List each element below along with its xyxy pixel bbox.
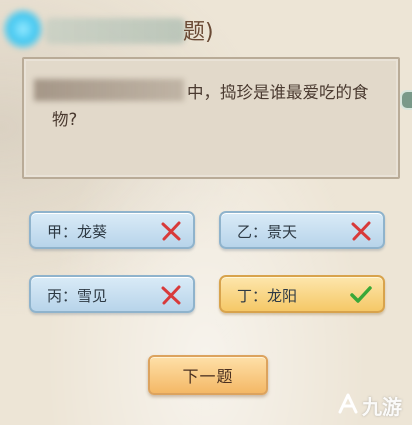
question-text: 中，捣珍是谁最爱吃的食物? — [52, 83, 369, 129]
option-label: 丁：龙阳 — [237, 287, 298, 305]
side-tab-handle[interactable] — [400, 90, 412, 110]
option-c[interactable]: 丙：雪见 — [29, 275, 195, 313]
watermark-text: 九游 — [362, 394, 402, 419]
watermark: 九游 — [336, 389, 410, 421]
option-d[interactable]: 丁：龙阳 — [219, 275, 385, 313]
x-mark-icon — [159, 219, 183, 243]
blurred-icon — [2, 8, 44, 50]
next-question-button[interactable]: 下一题 — [148, 355, 268, 395]
blurred-title — [45, 18, 185, 44]
option-label: 乙：景天 — [237, 223, 298, 241]
option-label: 甲：龙葵 — [47, 223, 108, 241]
option-label: 丙：雪见 — [47, 287, 108, 305]
quiz-header: 题) — [0, 0, 412, 60]
title-tail: 题) — [183, 20, 214, 45]
option-b[interactable]: 乙：景天 — [219, 211, 385, 249]
question-panel: 中，捣珍是谁最爱吃的食物? — [22, 57, 400, 179]
check-mark-icon — [349, 283, 373, 307]
watermark-logo-icon — [338, 393, 358, 414]
x-mark-icon — [349, 219, 373, 243]
option-a[interactable]: 甲：龙葵 — [29, 211, 195, 249]
x-mark-icon — [159, 283, 183, 307]
